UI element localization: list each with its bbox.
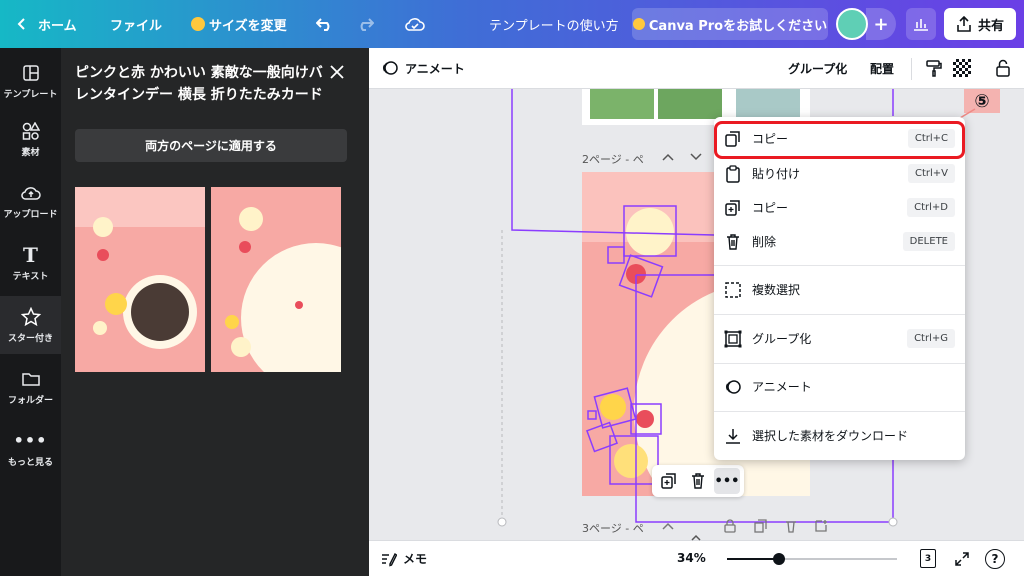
menu-divider bbox=[714, 314, 965, 315]
page-3-label[interactable]: 3ページ - ペ bbox=[582, 520, 644, 536]
transparency-icon[interactable] bbox=[953, 59, 971, 77]
notes-icon bbox=[382, 552, 397, 566]
menu-divider bbox=[714, 363, 965, 364]
notes-button[interactable]: メモ bbox=[381, 550, 427, 567]
add-page-icon[interactable] bbox=[814, 519, 828, 533]
multi-select-icon bbox=[725, 281, 741, 298]
animate-button[interactable]: アニメート bbox=[381, 59, 465, 77]
context-toolbar: アニメート グループ化 配置 bbox=[369, 48, 1024, 89]
shortcut-badge: Ctrl+V bbox=[907, 164, 955, 183]
context-menu: コピー Ctrl+C 貼り付け Ctrl+V コピー Ctrl+D 削除 DEL… bbox=[714, 117, 965, 460]
animate-icon bbox=[383, 61, 398, 75]
shortcut-badge: Ctrl+G bbox=[907, 329, 955, 348]
fullscreen-icon[interactable] bbox=[954, 551, 970, 567]
group-button[interactable]: グループ化 bbox=[788, 60, 847, 77]
menu-item-download[interactable]: 選択した素材をダウンロード bbox=[714, 419, 965, 452]
trash-icon bbox=[727, 233, 739, 250]
menu-item-multi-select[interactable]: 複数選択 bbox=[714, 273, 965, 306]
bottom-bar: メモ 34% 3 ? bbox=[369, 540, 1024, 576]
duplicate-icon[interactable] bbox=[754, 519, 768, 533]
page-count-button[interactable]: 3 bbox=[920, 549, 936, 568]
menu-item-label: 削除 bbox=[752, 235, 777, 249]
element-floating-toolbar: ••• bbox=[652, 465, 744, 497]
more-options-icon[interactable]: ••• bbox=[714, 468, 740, 494]
paste-icon bbox=[726, 164, 740, 183]
menu-item-label: 選択した素材をダウンロード bbox=[752, 429, 909, 443]
menu-item-animate[interactable]: アニメート bbox=[714, 370, 965, 403]
menu-divider bbox=[714, 411, 965, 412]
trash-icon[interactable] bbox=[689, 472, 707, 490]
copy-highlight-frame bbox=[714, 121, 965, 159]
animate-icon bbox=[726, 379, 741, 394]
menu-item-group[interactable]: グループ化 Ctrl+G bbox=[714, 322, 965, 355]
chevron-up-icon[interactable] bbox=[662, 521, 674, 531]
zoom-slider-fill bbox=[727, 558, 779, 560]
lock-icon[interactable] bbox=[995, 59, 1011, 77]
duplicate-icon[interactable] bbox=[660, 472, 678, 490]
menu-item-delete[interactable]: 削除 DELETE bbox=[714, 225, 965, 258]
menu-item-duplicate[interactable]: コピー Ctrl+D bbox=[714, 191, 965, 224]
shortcut-badge: Ctrl+D bbox=[907, 198, 955, 217]
divider bbox=[911, 58, 912, 80]
menu-item-label: 貼り付け bbox=[752, 167, 801, 181]
lock-icon[interactable] bbox=[724, 519, 736, 533]
group-icon bbox=[724, 330, 742, 347]
shortcut-badge: DELETE bbox=[902, 232, 955, 251]
position-button[interactable]: 配置 bbox=[870, 60, 894, 77]
paint-roller-icon[interactable] bbox=[925, 59, 943, 77]
menu-item-paste[interactable]: 貼り付け Ctrl+V bbox=[714, 157, 965, 190]
menu-item-label: 複数選択 bbox=[752, 283, 801, 297]
menu-item-label: アニメート bbox=[752, 380, 812, 394]
menu-item-label: グループ化 bbox=[752, 332, 812, 346]
trash-icon[interactable] bbox=[784, 519, 798, 533]
menu-divider bbox=[714, 265, 965, 266]
zoom-slider-thumb[interactable] bbox=[773, 553, 785, 565]
notes-label: メモ bbox=[403, 552, 428, 566]
chevron-up-icon[interactable] bbox=[690, 534, 702, 542]
help-icon[interactable]: ? bbox=[985, 549, 1005, 569]
download-icon bbox=[726, 428, 740, 444]
animate-label: アニメート bbox=[405, 61, 465, 76]
zoom-value[interactable]: 34% bbox=[677, 551, 706, 565]
duplicate-icon bbox=[725, 199, 740, 216]
menu-item-label: コピー bbox=[752, 201, 789, 215]
